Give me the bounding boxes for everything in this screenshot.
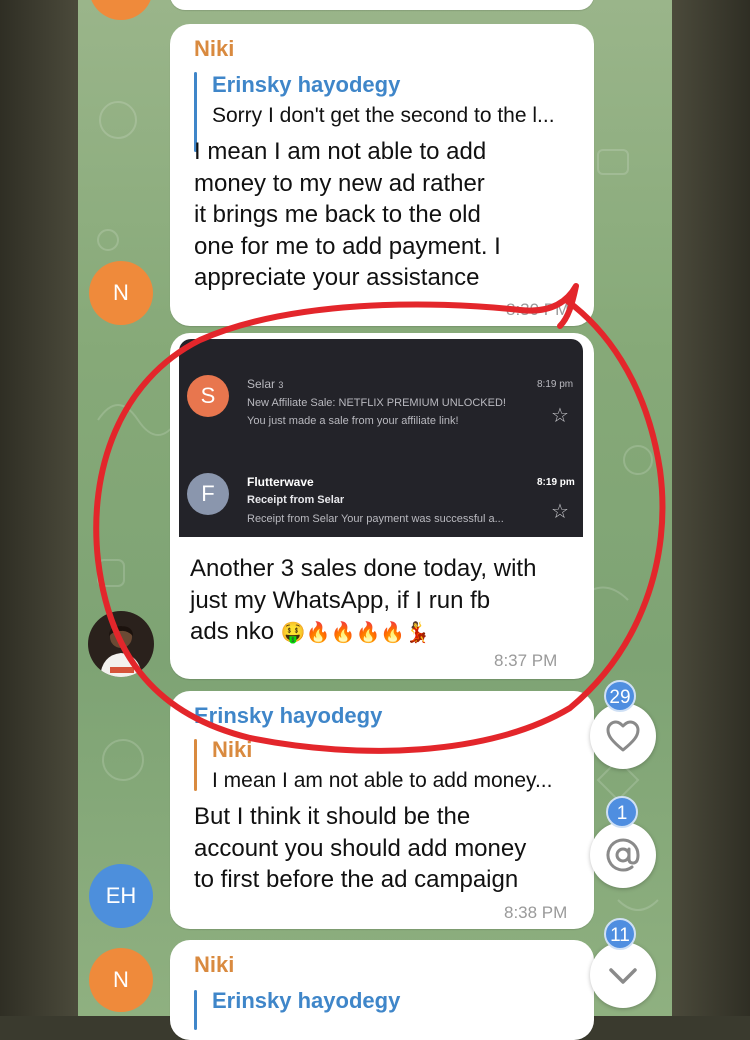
email-sender: Flutterwave: [247, 475, 314, 489]
message-line: it brings me back to the old: [194, 201, 481, 228]
message-line: appreciate your assistance: [194, 264, 480, 291]
scroll-down-button[interactable]: [590, 942, 656, 1008]
message-text: Another 3 sales done today, with just my…: [190, 553, 586, 649]
reply-quote-text[interactable]: I mean I am not able to add money...: [212, 769, 552, 793]
email-thread-count: 3: [278, 380, 284, 390]
message-line: just my WhatsApp, if I run fb: [190, 586, 491, 614]
email-time: 8:19 pm: [537, 477, 575, 488]
reply-quote-name[interactable]: Erinsky hayodegy: [212, 72, 400, 98]
message-bubble[interactable]: Erinsky hayodegy Niki I mean I am not ab…: [170, 691, 594, 929]
email-time: 8:19 pm: [537, 379, 574, 390]
background-left: [0, 0, 78, 1016]
email-sender-name: Selar: [247, 377, 276, 391]
email-snippet: Receipt from Selar Your payment was succ…: [247, 513, 504, 525]
emoji-row: 🤑🔥🔥🔥🔥💃: [280, 620, 431, 644]
unread-count-badge: 11: [604, 918, 636, 950]
message-line: Another 3 sales done today, with: [190, 555, 537, 582]
mentions-count-badge: 1: [606, 796, 638, 828]
message-bubble-partial[interactable]: Niki Erinsky hayodegy: [170, 940, 594, 1040]
message-line-text: ads nko: [190, 618, 275, 645]
reply-quote-bar: [194, 739, 197, 791]
email-snippet: You just made a sale from your affiliate…: [247, 415, 459, 427]
message-text: I mean I am not able to add money to my …: [194, 136, 586, 294]
at-icon: [606, 838, 640, 872]
message-bubble[interactable]: Niki Erinsky hayodegy Sorry I don't get …: [170, 24, 594, 326]
message-time: 8:30 PM: [506, 300, 570, 319]
screenshot-image[interactable]: S Selar 3 New Affiliate Sale: NETFLIX PR…: [179, 339, 583, 537]
reply-quote-bar: [194, 990, 197, 1030]
reply-quote-name[interactable]: Erinsky hayodegy: [212, 988, 400, 1014]
avatar-photo[interactable]: [88, 611, 154, 677]
message-line: account you should add money: [194, 834, 527, 862]
message-line: to first before the ad campaign: [194, 866, 519, 893]
reply-quote-name[interactable]: Niki: [212, 737, 252, 763]
reply-quote-text[interactable]: Sorry I don't get the second to the l...: [212, 104, 555, 128]
star-icon: ☆: [551, 405, 569, 427]
avatar-niki[interactable]: N: [89, 261, 153, 325]
message-line: money to my new ad rather: [194, 169, 485, 197]
message-line: But I think it should be the: [194, 803, 471, 830]
sender-name[interactable]: Niki: [194, 36, 234, 62]
message-time: 8:37 PM: [494, 651, 558, 670]
background-right: [672, 0, 750, 1016]
sender-name[interactable]: Niki: [194, 952, 234, 978]
message-bubble-top-partial[interactable]: [170, 0, 594, 10]
email-avatar: S: [187, 375, 229, 417]
email-subject: New Affiliate Sale: NETFLIX PREMIUM UNLO…: [247, 397, 506, 409]
person-photo-icon: [100, 626, 142, 677]
star-icon: ☆: [551, 501, 569, 523]
reactions-count-badge: 29: [604, 680, 636, 712]
message-line: ads nko 🤑🔥🔥🔥🔥💃: [190, 616, 586, 649]
email-subject: Receipt from Selar: [247, 494, 345, 506]
avatar-erinsky[interactable]: EH: [89, 864, 153, 928]
sender-name[interactable]: Erinsky hayodegy: [194, 703, 382, 729]
message-line: one for me to add payment. I: [194, 232, 501, 260]
email-avatar: F: [187, 473, 229, 515]
message-line: I mean I am not able to add: [194, 138, 487, 165]
mentions-button[interactable]: [590, 822, 656, 888]
message-text: But I think it should be the account you…: [194, 801, 586, 896]
message-time: 8:38 PM: [504, 903, 568, 922]
email-sender: Selar 3: [247, 377, 283, 391]
chevron-down-icon: [609, 968, 637, 984]
avatar-niki[interactable]: N: [89, 948, 153, 1012]
